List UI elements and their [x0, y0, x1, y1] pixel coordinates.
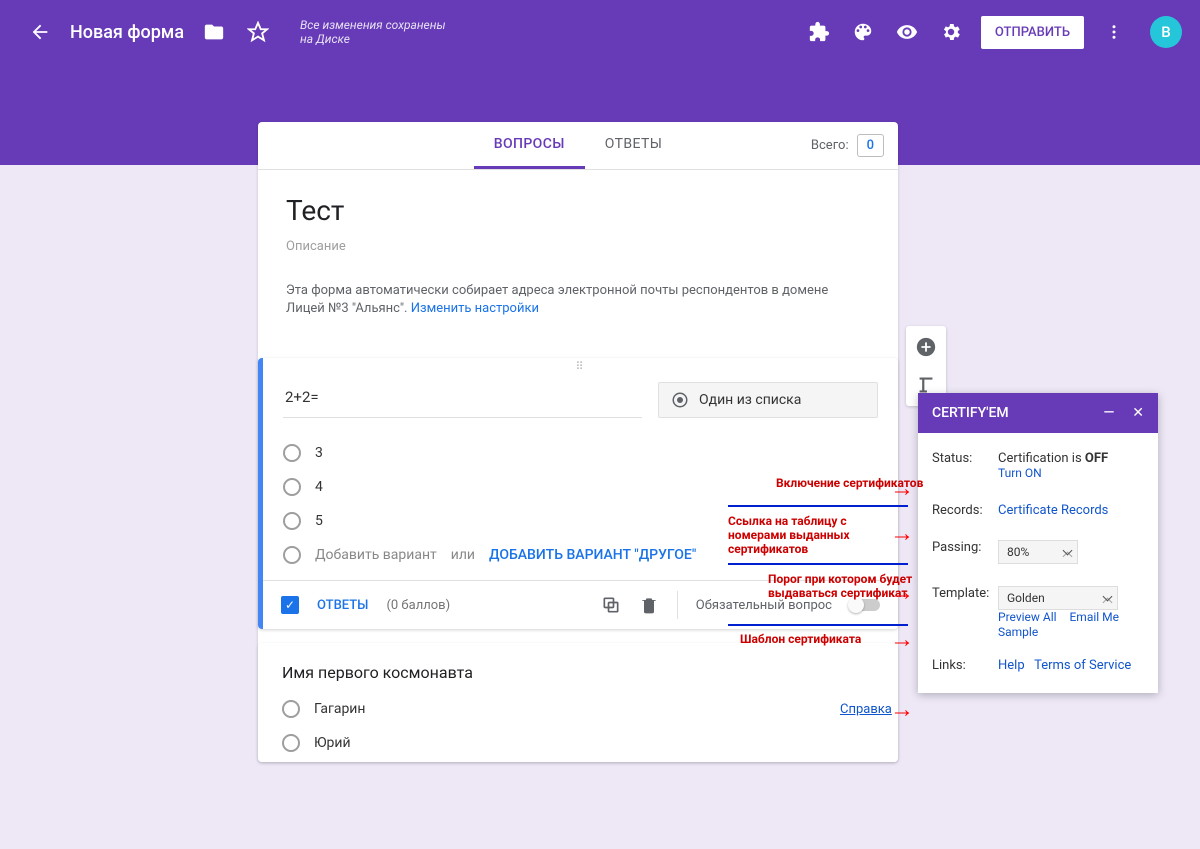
turn-on-link[interactable]: Turn ON — [998, 466, 1042, 480]
preview-link[interactable]: Preview All — [998, 610, 1057, 624]
addon-title: CERTIFY'EM — [932, 405, 1009, 421]
minimize-icon[interactable]: — — [1103, 405, 1114, 421]
annotation-text: Шаблон сертификата — [740, 632, 861, 646]
records-label: Records: — [932, 503, 998, 518]
records-link[interactable]: Certificate Records — [998, 503, 1108, 518]
passing-select[interactable]: 80% — [998, 540, 1078, 564]
addons-icon[interactable] — [807, 20, 831, 44]
status-label: Status: — [932, 451, 998, 481]
avatar[interactable]: В — [1150, 16, 1182, 48]
settings-icon[interactable] — [939, 20, 963, 44]
annotation-line — [728, 563, 908, 565]
question-type-select[interactable]: Один из списка — [658, 382, 878, 418]
answers-checkbox[interactable]: ✓ — [281, 596, 299, 614]
form-card: ВОПРОСЫ ОТВЕТЫ Всего: 0 Тест Описание Эта… — [258, 122, 898, 762]
help-link[interactable]: Help — [998, 658, 1025, 673]
question-text-input[interactable]: 2+2= — [283, 382, 642, 418]
copy-icon[interactable] — [601, 595, 621, 615]
add-question-icon[interactable] — [915, 336, 937, 358]
template-select[interactable]: Golden — [998, 586, 1118, 610]
links-label: Links: — [932, 658, 998, 673]
back-icon[interactable] — [28, 20, 52, 44]
required-toggle[interactable] — [850, 599, 880, 611]
more-icon[interactable] — [1102, 20, 1126, 44]
save-status: Все изменения сохранены на Диске — [300, 18, 460, 46]
form-title-header[interactable]: Новая форма — [70, 22, 184, 43]
send-button[interactable]: ОТПРАВИТЬ — [981, 16, 1084, 49]
form-title[interactable]: Тест — [286, 194, 870, 227]
total-count: 0 — [857, 134, 884, 157]
change-settings-link[interactable]: Изменить настройки — [411, 301, 539, 316]
close-icon[interactable]: ✕ — [1132, 405, 1144, 421]
tab-answers[interactable]: ОТВЕТЫ — [585, 122, 682, 169]
tos-link[interactable]: Terms of Service — [1034, 658, 1131, 673]
question-2-title[interactable]: Имя первого космонавта — [282, 663, 874, 682]
question-card-2: Имя первого космонавта Гагарин Юрий — [258, 643, 898, 762]
delete-icon[interactable] — [639, 595, 659, 615]
annotation-line — [728, 624, 908, 626]
total-label: Всего: — [811, 138, 849, 153]
reference-link[interactable]: Справка — [840, 702, 892, 717]
collect-email-info: Эта форма автоматически собирает адреса … — [286, 272, 870, 328]
form-description[interactable]: Описание — [286, 239, 870, 254]
answers-button[interactable]: ОТВЕТЫ — [317, 598, 368, 613]
folder-icon[interactable] — [202, 20, 226, 44]
certifyem-panel: CERTIFY'EM — ✕ Status: Certification is … — [918, 393, 1158, 693]
annotation-line — [728, 505, 908, 507]
passing-label: Passing: — [932, 540, 998, 564]
tab-questions[interactable]: ВОПРОСЫ — [474, 122, 585, 169]
option-row[interactable]: Гагарин — [282, 692, 874, 726]
tabs: ВОПРОСЫ ОТВЕТЫ Всего: 0 — [258, 122, 898, 170]
preview-icon[interactable] — [895, 20, 919, 44]
points-label: (0 баллов) — [386, 598, 450, 613]
palette-icon[interactable] — [851, 20, 875, 44]
star-icon[interactable] — [246, 20, 270, 44]
option-row[interactable]: 3 — [283, 436, 878, 470]
annotation-text: Ссылка на таблицу с номерами выданных се… — [728, 514, 898, 556]
drag-handle-icon[interactable]: ⠿ — [263, 358, 898, 374]
option-row[interactable]: Юрий — [282, 726, 874, 760]
template-label: Template: — [932, 586, 998, 640]
